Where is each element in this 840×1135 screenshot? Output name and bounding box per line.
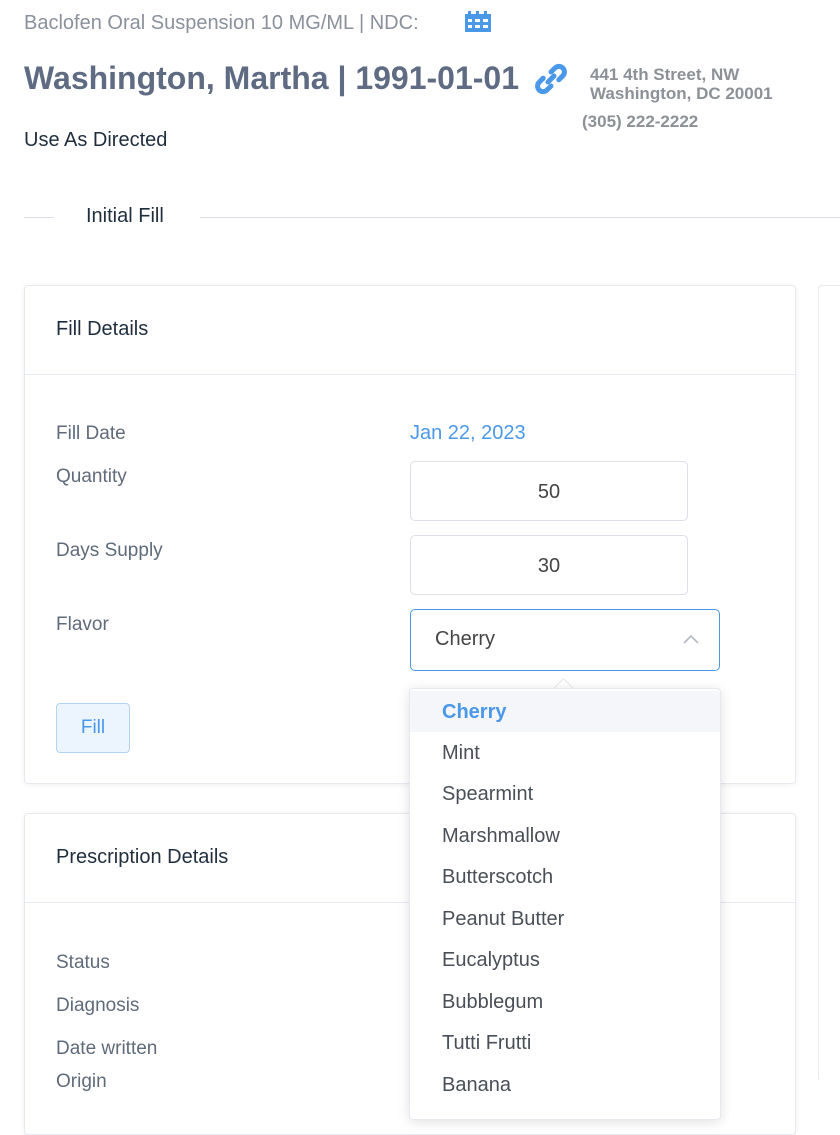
- days-supply-input[interactable]: 30: [410, 535, 688, 595]
- flavor-select-value: Cherry: [435, 628, 496, 650]
- flavor-option-label: Cherry: [442, 701, 507, 723]
- fill-date-value[interactable]: Jan 22, 2023: [410, 422, 526, 445]
- pharmacy-address-line1: 441 4th Street, NW: [590, 65, 740, 84]
- flavor-label: Flavor: [56, 614, 109, 635]
- flavor-option[interactable]: Butterscotch: [410, 856, 720, 897]
- origin-label: Origin: [56, 1071, 107, 1092]
- flavor-option[interactable]: Eucalyptus: [410, 939, 720, 980]
- flavor-option[interactable]: Mint: [410, 732, 720, 773]
- flavor-option-label: Tutti Frutti: [442, 1032, 532, 1054]
- prescription-details-title: Prescription Details: [56, 846, 229, 868]
- patient-name-dob: Washington, Martha | 1991-01-01: [24, 60, 519, 96]
- flavor-dropdown-menu[interactable]: Cherry Mint Spearmint Marshmallow Butter…: [409, 688, 721, 1120]
- pharmacy-phone: (305) 222-2222: [582, 112, 699, 131]
- fill-button[interactable]: Fill: [56, 703, 130, 753]
- drug-description: Baclofen Oral Suspension 10 MG/ML | NDC:: [24, 12, 419, 34]
- flavor-option-label: Eucalyptus: [442, 949, 540, 971]
- flavor-option-label: Peanut Butter: [442, 908, 565, 930]
- divider-line-left: [24, 217, 54, 218]
- adjacent-card-edge: [818, 285, 840, 1081]
- flavor-option[interactable]: Tutti Frutti: [410, 1022, 720, 1063]
- quantity-input[interactable]: 50: [410, 461, 688, 521]
- quantity-label: Quantity: [56, 466, 127, 487]
- chevron-up-icon: [683, 634, 699, 644]
- flavor-option-label: Spearmint: [442, 783, 534, 805]
- flavor-option[interactable]: Marshmallow: [410, 815, 720, 856]
- directions-text: Use As Directed: [24, 129, 168, 151]
- divider-line-right: [200, 217, 840, 218]
- section-divider-label: Initial Fill: [86, 205, 164, 227]
- flavor-option[interactable]: Banana: [410, 1064, 720, 1105]
- days-supply-label: Days Supply: [56, 540, 163, 561]
- date-written-label: Date written: [56, 1038, 158, 1059]
- flavor-option-label: Banana: [442, 1074, 511, 1096]
- diagnosis-label: Diagnosis: [56, 995, 140, 1016]
- flavor-option[interactable]: Peanut Butter: [410, 898, 720, 939]
- flavor-option-label: Marshmallow: [442, 825, 560, 847]
- flavor-option-label: Butterscotch: [442, 866, 554, 888]
- flavor-select[interactable]: Cherry: [410, 609, 720, 671]
- link-icon[interactable]: [534, 62, 568, 96]
- flavor-option[interactable]: Spearmint: [410, 773, 720, 814]
- flavor-option-label: Bubblegum: [442, 991, 544, 1013]
- status-label: Status: [56, 952, 110, 973]
- barcode-icon[interactable]: [464, 10, 492, 34]
- fill-details-title: Fill Details: [56, 318, 149, 340]
- fill-details-header: Fill Details: [25, 286, 795, 375]
- flavor-option-label: Mint: [442, 742, 480, 764]
- fill-date-label: Fill Date: [56, 423, 126, 444]
- flavor-option[interactable]: Bubblegum: [410, 981, 720, 1022]
- pharmacy-address-line2: Washington, DC 20001: [590, 84, 773, 103]
- flavor-option[interactable]: Cherry: [410, 691, 720, 732]
